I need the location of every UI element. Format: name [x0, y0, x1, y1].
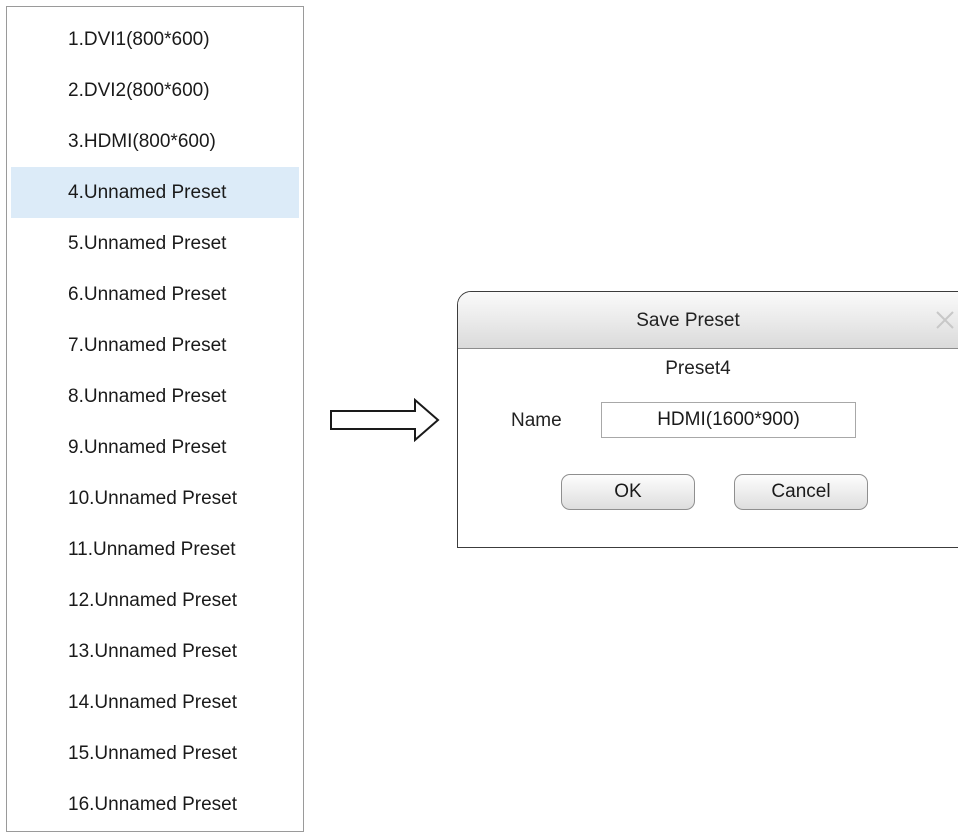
preset-item[interactable]: 2.DVI2(800*600): [11, 65, 299, 116]
preset-item[interactable]: 11.Unnamed Preset: [11, 524, 299, 575]
preset-item[interactable]: 16.Unnamed Preset: [11, 779, 299, 830]
name-input[interactable]: [601, 402, 856, 438]
preset-item[interactable]: 3.HDMI(800*600): [11, 116, 299, 167]
preset-item[interactable]: 4.Unnamed Preset: [11, 167, 299, 218]
preset-item[interactable]: 12.Unnamed Preset: [11, 575, 299, 626]
preset-item[interactable]: 9.Unnamed Preset: [11, 422, 299, 473]
preset-item[interactable]: 5.Unnamed Preset: [11, 218, 299, 269]
preset-item[interactable]: 10.Unnamed Preset: [11, 473, 299, 524]
dialog-title: Save Preset: [636, 310, 740, 331]
save-preset-dialog: Save Preset Preset4 Name OK Cancel: [457, 291, 958, 548]
right-arrow-icon: [330, 398, 440, 442]
close-icon[interactable]: [932, 307, 958, 333]
preset-list: 1.DVI1(800*600) 2.DVI2(800*600) 3.HDMI(800…: [6, 6, 304, 832]
name-label: Name: [511, 410, 562, 431]
preset-item[interactable]: 7.Unnamed Preset: [11, 320, 299, 371]
cancel-button[interactable]: Cancel: [734, 474, 868, 510]
preset-item[interactable]: 14.Unnamed Preset: [11, 677, 299, 728]
ok-button[interactable]: OK: [561, 474, 695, 510]
preset-item[interactable]: 6.Unnamed Preset: [11, 269, 299, 320]
screenshot-stage: 1.DVI1(800*600) 2.DVI2(800*600) 3.HDMI(800…: [0, 0, 958, 837]
preset-item[interactable]: 15.Unnamed Preset: [11, 728, 299, 779]
preset-number-label: Preset4: [665, 358, 731, 379]
preset-item[interactable]: 13.Unnamed Preset: [11, 626, 299, 677]
dialog-titlebar: Save Preset: [458, 292, 958, 349]
preset-item[interactable]: 8.Unnamed Preset: [11, 371, 299, 422]
preset-item[interactable]: 1.DVI1(800*600): [11, 14, 299, 65]
preset-list-items: 1.DVI1(800*600) 2.DVI2(800*600) 3.HDMI(800…: [7, 14, 303, 830]
